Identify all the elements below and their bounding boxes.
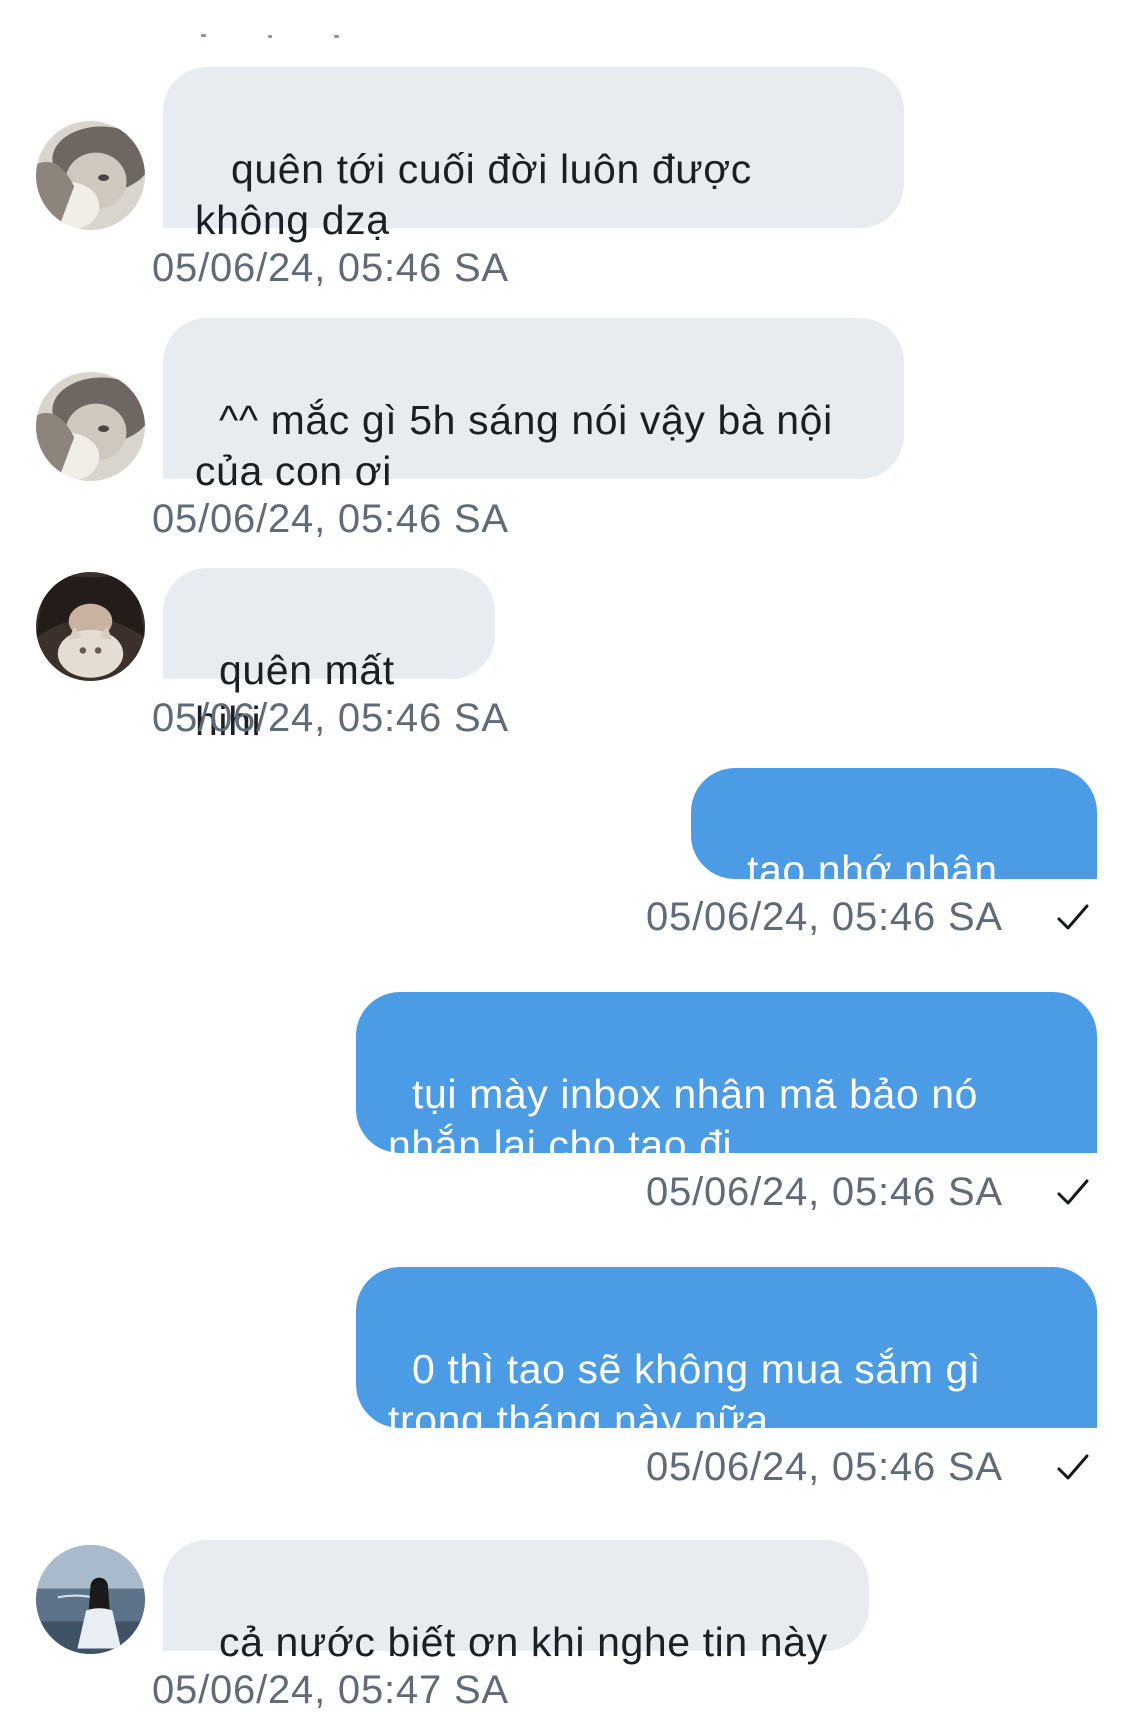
- avatar-photo-icon: [36, 121, 145, 230]
- message-timestamp: 05/06/24, 05:46 SA: [646, 1445, 1003, 1489]
- message-bubble[interactable]: quên mất hihi: [163, 568, 495, 744]
- message-bubble[interactable]: 0 thì tao sẽ không mua sắm gì trong tháng…: [356, 1267, 1097, 1443]
- message-timestamp: 05/06/24, 05:47 SA: [152, 1668, 509, 1712]
- message-text: của con ơi: [195, 448, 392, 494]
- message-text: quên tới cuối đời luôn được: [218, 146, 752, 192]
- avatar-blurry-girl[interactable]: [36, 121, 145, 230]
- check-icon: [1057, 904, 1089, 930]
- message-text: nhắn lại cho tao đi: [388, 1122, 733, 1168]
- message-timestamp: 05/06/24, 05:46 SA: [152, 696, 509, 740]
- message-text: 0 thì tao sẽ không mua sắm gì: [411, 1346, 981, 1392]
- message-timestamp: 05/06/24, 05:46 SA: [646, 1170, 1003, 1214]
- message-bubble[interactable]: ^^ mắc gì 5h sáng nói vậy bà nội của con …: [163, 318, 904, 494]
- message-text: ^^ mắc gì 5h sáng nói vậy bà nội: [218, 397, 833, 443]
- message-timestamp: 05/06/24, 05:46 SA: [152, 497, 509, 541]
- avatar-girl-at-beach[interactable]: [36, 1545, 145, 1654]
- message-bubble[interactable]: quên tới cuối đời luôn được không dzạ: [163, 67, 904, 243]
- message-text: cả nước biết ơn khi nghe tin này: [218, 1619, 828, 1665]
- avatar-girl-with-cat[interactable]: [36, 572, 145, 681]
- avatar-photo-icon: [36, 572, 145, 681]
- check-icon: [1057, 1179, 1089, 1205]
- message-text: trong tháng này nữa: [388, 1397, 769, 1443]
- avatar-photo-icon: [36, 1545, 145, 1654]
- cut-off-previous-timestamp: [201, 34, 339, 38]
- message-bubble[interactable]: cả nước biết ơn khi nghe tin này: [163, 1540, 869, 1665]
- avatar-blurry-girl[interactable]: [36, 372, 145, 481]
- message-bubble[interactable]: tao nhớ nhân mã: [691, 768, 1097, 944]
- message-timestamp: 05/06/24, 05:46 SA: [152, 246, 509, 290]
- message-bubble[interactable]: tụi mày inbox nhân mã bảo nó nhắn lại cho…: [356, 992, 1097, 1168]
- message-timestamp: 05/06/24, 05:46 SA: [646, 895, 1003, 939]
- message-text: không dzạ: [195, 197, 390, 243]
- message-text: tụi mày inbox nhân mã bảo nó: [411, 1071, 979, 1117]
- avatar-photo-icon: [36, 372, 145, 481]
- check-icon: [1057, 1454, 1089, 1480]
